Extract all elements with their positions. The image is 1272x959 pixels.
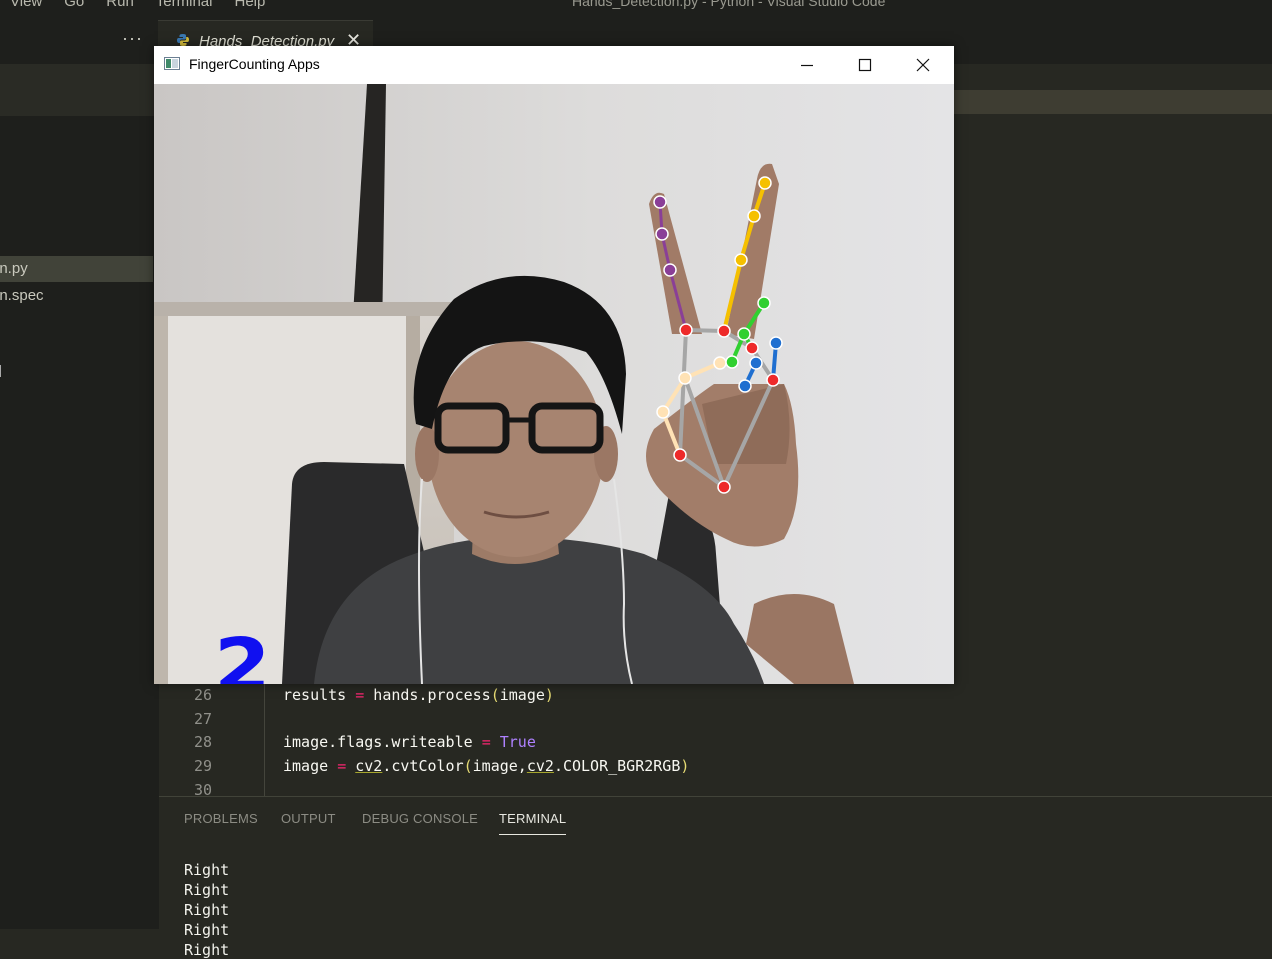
file-item-py[interactable]: on.py: [0, 256, 153, 282]
hand-landmarks-overlay: [653, 176, 783, 494]
code-token: image.flags.writeable: [283, 733, 482, 751]
code-bracket: ): [680, 757, 690, 775]
terminal-line: Right: [184, 881, 230, 899]
indent-guide: [264, 684, 265, 796]
tab-output[interactable]: OUTPUT: [281, 811, 336, 826]
finger-count-label: 2: [214, 623, 271, 684]
tree-indent-marker: [0, 365, 4, 377]
menu-go[interactable]: Go: [64, 0, 84, 10]
code-token: results: [283, 686, 356, 704]
menu-run[interactable]: Run: [106, 0, 134, 10]
menu-help[interactable]: Help: [234, 0, 265, 10]
code-operator: =: [355, 686, 365, 704]
terminal-line: Right: [184, 901, 230, 919]
tab-terminal[interactable]: TERMINAL: [499, 811, 567, 835]
cv-window-title: FingerCounting Apps: [189, 56, 320, 72]
code-token: .cvtColor: [382, 757, 464, 775]
code-token: .COLOR_BGR2RGB: [553, 757, 681, 775]
code-token: image: [499, 686, 545, 704]
cv-title-bar[interactable]: FingerCounting Apps: [154, 46, 954, 84]
line-number-gutter: 26 27 28 29 30: [159, 684, 219, 799]
menu-bar: View Go Run Terminal Help: [10, 0, 265, 10]
app-window-icon: [164, 57, 180, 70]
code-bracket: (: [463, 757, 473, 775]
code-token: image,: [472, 757, 527, 775]
code-line-29[interactable]: image = cv2.cvtColor(image,cv2.COLOR_BGR…: [283, 757, 689, 775]
sidebar-header: ···: [0, 20, 159, 64]
python-icon: [177, 34, 189, 46]
maximize-icon: [858, 58, 872, 72]
file-item-spec[interactable]: on.spec: [0, 283, 153, 309]
code-bracket: (: [490, 686, 500, 704]
terminal-line: Right: [184, 861, 230, 879]
close-icon: [916, 58, 930, 72]
code-operator: =: [481, 733, 491, 751]
title-bar: View Go Run Terminal Help Hands_Detectio…: [0, 0, 1272, 20]
code-keyword: True: [490, 733, 536, 751]
landmark-points: [653, 176, 783, 494]
code-token: hands.process: [364, 686, 491, 704]
current-line-highlight: [954, 90, 1272, 114]
tab-problems[interactable]: PROBLEMS: [184, 811, 258, 826]
menu-view[interactable]: View: [10, 0, 42, 10]
ellipsis-icon[interactable]: ···: [122, 28, 143, 49]
terminal-line: Right: [184, 941, 230, 959]
minimize-button[interactable]: [778, 46, 836, 84]
code-line-28[interactable]: image.flags.writeable = True: [283, 733, 536, 751]
terminal-line: Right: [184, 921, 230, 939]
bottom-panel: PROBLEMS OUTPUT DEBUG CONSOLE TERMINAL R…: [159, 796, 1272, 959]
maximize-button[interactable]: [836, 46, 894, 84]
window-title: Hands_Detection.py - Python - Visual Stu…: [572, 0, 886, 9]
code-operator: =: [337, 757, 347, 775]
line-number: 26: [193, 686, 212, 704]
hand-connections: [678, 328, 775, 489]
tab-debug-console[interactable]: DEBUG CONSOLE: [362, 811, 478, 826]
code-module: cv2: [526, 757, 554, 775]
file-label: on.spec: [0, 287, 44, 304]
finger-counting-window[interactable]: FingerCounting Apps 2: [154, 46, 954, 684]
webcam-frame: 2: [154, 84, 954, 684]
line-number: 29: [193, 757, 212, 775]
explorer-sidebar: ··· on.py on.spec: [0, 20, 159, 929]
file-label: on.py: [0, 260, 28, 277]
line-number: 28: [193, 733, 212, 751]
line-number: 27: [193, 710, 212, 728]
minimize-icon: [801, 64, 813, 67]
menu-terminal[interactable]: Terminal: [156, 0, 213, 10]
code-token: image: [283, 757, 338, 775]
close-button[interactable]: [894, 46, 952, 84]
code-line-26[interactable]: results = hands.process(image): [283, 686, 554, 704]
code-module: cv2: [355, 757, 383, 775]
code-bracket: ): [544, 686, 554, 704]
sidebar-section-band: [0, 64, 159, 116]
